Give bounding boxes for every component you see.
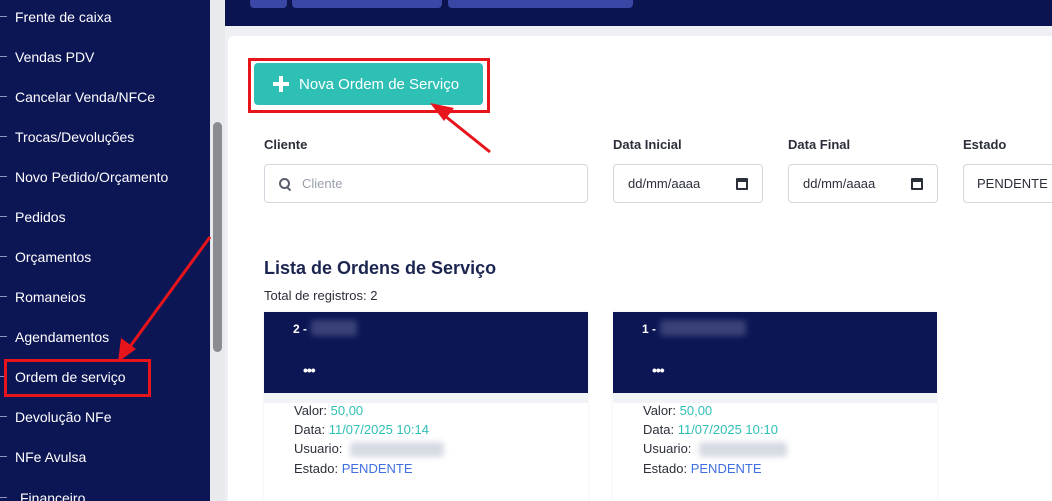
card-header: 1 - •••: [613, 312, 937, 393]
date-label: Data:: [294, 422, 326, 437]
sidebar-item-label: Romaneios: [15, 289, 86, 305]
sidebar-scrollbar-thumb[interactable]: [213, 122, 222, 352]
redacted-client-name: [660, 320, 746, 336]
sidebar-dash: [0, 136, 7, 137]
sidebar-dash: [0, 256, 7, 257]
sidebar-item-label: Orçamentos: [15, 249, 92, 265]
value-amount: 50,00: [679, 403, 713, 418]
state-select-value: PENDENTE: [977, 176, 1048, 191]
user-label: Usuario:: [294, 441, 343, 456]
state-label: Estado:: [643, 461, 688, 476]
sidebar-item-trocas-devolucoes[interactable]: Trocas/Devoluções: [0, 117, 210, 157]
calendar-icon[interactable]: [911, 178, 923, 190]
sidebar-item-label: Financeiro: [20, 490, 86, 501]
date-label: Data:: [643, 422, 675, 437]
sidebar-dash: [0, 16, 7, 17]
sidebar-dash: [0, 96, 7, 97]
service-order-card[interactable]: 1 - ••• Valor: 50,00 Data: 11/07/2025 10…: [613, 312, 937, 501]
header-button[interactable]: [448, 0, 633, 8]
card-body: Valor: 50,00 Data: 11/07/2025 10:10 Usua…: [613, 393, 937, 501]
date-value: 11/07/2025 10:14: [328, 422, 429, 437]
header-button[interactable]: [292, 0, 442, 8]
client-search-placeholder: Cliente: [302, 176, 343, 191]
redacted-user-name: [350, 442, 444, 457]
sidebar-item-nfe-avulsa[interactable]: NFe Avulsa: [0, 437, 210, 477]
more-options-icon[interactable]: •••: [303, 362, 316, 378]
start-date-value: dd/mm/aaaa: [628, 176, 701, 191]
card-user-row: Usuario:: [643, 441, 691, 456]
sidebar: Frente de caixa Vendas PDV Cancelar Vend…: [0, 0, 210, 501]
sidebar-dash: [0, 56, 7, 57]
sidebar-item-orcamentos[interactable]: Orçamentos: [0, 237, 210, 277]
sidebar-item-label: Pedidos: [15, 209, 66, 225]
sidebar-item-devolucao-nfe[interactable]: Devolução NFe: [0, 397, 210, 437]
card-number: 2 -: [293, 322, 308, 336]
state-value: PENDENTE: [690, 461, 762, 476]
card-user-row: Usuario:: [294, 441, 342, 456]
date-value: 11/07/2025 10:10: [677, 422, 778, 437]
card-body: Valor: 50,00 Data: 11/07/2025 10:14 Usua…: [264, 393, 588, 501]
sidebar-item-frente-de-caixa[interactable]: Frente de caixa: [0, 0, 210, 37]
sidebar-item-romaneios[interactable]: Romaneios: [0, 277, 210, 317]
state-filter-label: Estado: [963, 137, 1007, 152]
highlight-box-sidebar: [4, 359, 151, 397]
redacted-user-name: [699, 442, 787, 457]
search-icon: [279, 177, 291, 190]
card-date-row: Data: 11/07/2025 10:10: [643, 422, 778, 437]
state-value: PENDENTE: [341, 461, 413, 476]
value-label: Valor:: [643, 403, 676, 418]
client-filter-label: Cliente: [264, 137, 308, 152]
sidebar-dash: [0, 296, 7, 297]
card-state-row: Estado: PENDENTE: [294, 461, 413, 476]
sidebar-item-label: Agendamentos: [15, 329, 110, 345]
sidebar-item-financeiro[interactable]: Financeiro: [0, 478, 210, 501]
start-date-label: Data Inicial: [613, 137, 682, 152]
top-header: [225, 0, 1052, 26]
sidebar-item-label: Frente de caixa: [15, 9, 112, 25]
sidebar-item-novo-pedido[interactable]: Novo Pedido/Orçamento: [0, 157, 210, 197]
card-value-row: Valor: 50,00: [643, 403, 712, 418]
redacted-client-name: [311, 320, 357, 336]
sidebar-dash: [0, 497, 7, 498]
card-state-row: Estado: PENDENTE: [643, 461, 762, 476]
sidebar-dash: [0, 416, 7, 417]
sidebar-dash: [0, 176, 7, 177]
highlight-box-new-button: [248, 58, 490, 113]
sidebar-item-label: Vendas PDV: [15, 49, 95, 65]
state-label: Estado:: [294, 461, 339, 476]
calendar-icon[interactable]: [736, 178, 748, 190]
value-label: Valor:: [294, 403, 327, 418]
end-date-value: dd/mm/aaaa: [803, 176, 876, 191]
more-options-icon[interactable]: •••: [652, 362, 665, 378]
sidebar-item-label: Devolução NFe: [15, 409, 112, 425]
sidebar-item-vendas-pdv[interactable]: Vendas PDV: [0, 37, 210, 77]
list-title: Lista de Ordens de Serviço: [264, 258, 497, 278]
sidebar-dash: [0, 456, 7, 457]
card-header: 2 - •••: [264, 312, 588, 393]
user-label: Usuario:: [643, 441, 692, 456]
client-search-input[interactable]: Cliente: [264, 164, 588, 203]
state-select[interactable]: PENDENTE: [963, 164, 1052, 203]
service-order-card[interactable]: 2 - ••• Valor: 50,00 Data: 11/07/2025 10…: [264, 312, 588, 501]
total-records: Total de registros: 2: [264, 288, 378, 303]
sidebar-item-pedidos[interactable]: Pedidos: [0, 197, 210, 237]
card-value-row: Valor: 50,00: [294, 403, 363, 418]
start-date-input[interactable]: dd/mm/aaaa: [613, 164, 763, 203]
sidebar-dash: [0, 336, 7, 337]
sidebar-item-label: Trocas/Devoluções: [15, 129, 135, 145]
sidebar-item-cancelar-venda[interactable]: Cancelar Venda/NFCe: [0, 77, 210, 117]
card-date-row: Data: 11/07/2025 10:14: [294, 422, 429, 437]
sidebar-item-label: Novo Pedido/Orçamento: [15, 169, 169, 185]
sidebar-dash: [0, 216, 7, 217]
sidebar-item-label: Cancelar Venda/NFCe: [15, 89, 156, 105]
sidebar-item-label: NFe Avulsa: [15, 449, 87, 465]
sidebar-item-agendamentos[interactable]: Agendamentos: [0, 317, 210, 357]
header-button[interactable]: [250, 0, 287, 8]
card-number: 1 -: [642, 322, 657, 336]
end-date-input[interactable]: dd/mm/aaaa: [788, 164, 938, 203]
end-date-label: Data Final: [788, 137, 851, 152]
value-amount: 50,00: [330, 403, 364, 418]
